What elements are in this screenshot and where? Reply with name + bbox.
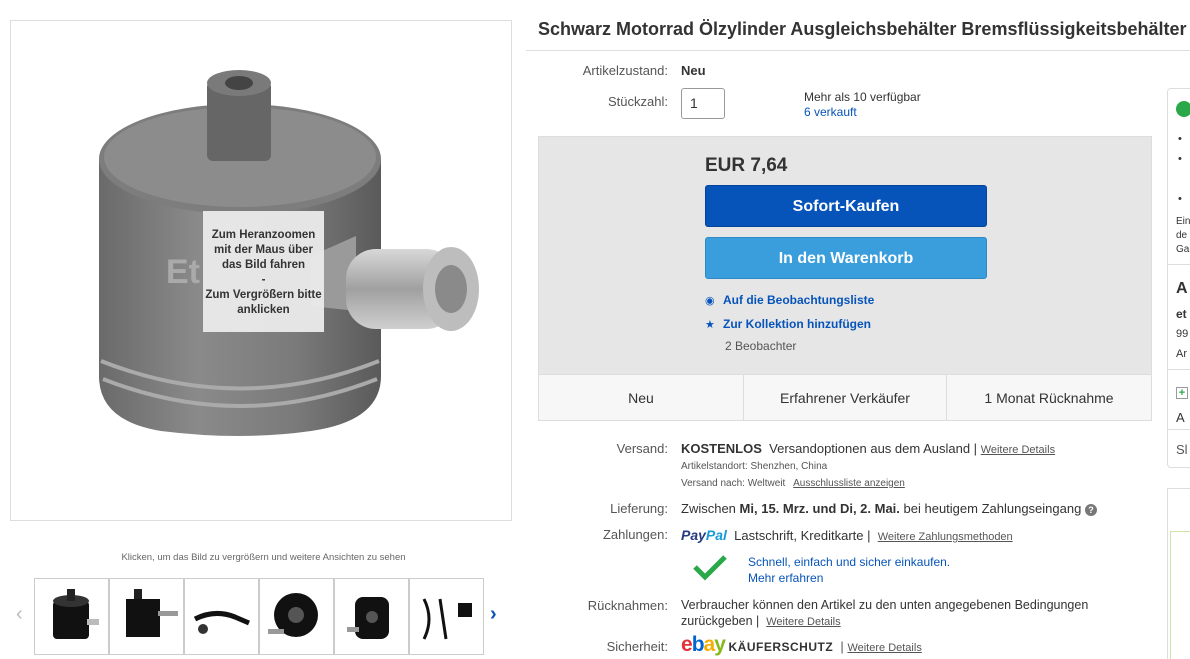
side-text: 99 [1176, 328, 1189, 340]
side-ad-panel [1167, 488, 1190, 659]
paypal-promo: Schnell, einfach und sicher einkaufen. [748, 555, 951, 569]
thumbnail[interactable] [109, 578, 184, 655]
shipping-text: Versandoptionen aus dem Ausland | [769, 441, 978, 456]
buy-now-button[interactable]: Sofort-Kaufen [705, 185, 987, 227]
zoom-hint-overlay: Zum Heranzoomen mit der Maus über das Bi… [203, 211, 324, 332]
seller-info-panel: • • • Ein de Ga A et 99 Ar + A Sl [1167, 88, 1190, 468]
help-icon[interactable]: ? [1084, 504, 1097, 516]
add-to-cart-button[interactable]: In den Warenkorb [705, 237, 987, 279]
divider [526, 50, 1190, 51]
shipping-label: Versand: [616, 441, 668, 456]
payments-label: Zahlungen: [602, 527, 668, 542]
shipping-line: KOSTENLOS Versandoptionen aus dem Auslan… [681, 441, 1055, 456]
ships-to: Versand nach: Weltweit Ausschlussliste a… [681, 478, 905, 489]
collection-label: Zur Kollektion hinzufügen [723, 317, 871, 331]
returns-label: Rücknahmen: [587, 598, 668, 613]
thumbnail[interactable] [334, 578, 409, 655]
badge-new: Neu [628, 390, 654, 406]
shipping-details-link[interactable]: Weitere Details [981, 444, 1055, 456]
quantity-input[interactable]: 1 [681, 88, 725, 119]
seller-badges: Neu Erfahrener Verkäufer 1 Monat Rücknah… [539, 374, 1151, 421]
plus-icon[interactable]: + [1176, 387, 1188, 399]
ships-to-text: Versand nach: Weltweit [681, 478, 786, 489]
returns-line2: zurückgeben | Weitere Details [681, 614, 841, 628]
price: EUR 7,64 [705, 155, 788, 176]
quantity-label: Stückzahl: [608, 94, 668, 109]
chevron-left-icon[interactable]: ‹ [16, 604, 23, 624]
side-link[interactable]: A [1176, 410, 1185, 425]
badge-returns: 1 Monat Rücknahme [984, 390, 1114, 406]
condition-value: Neu [681, 63, 706, 78]
returns-text-2: zurückgeben | [681, 614, 760, 628]
watcher-count: 2 Beobachter [725, 339, 797, 353]
product-title: Schwarz Motorrad Ölzylinder Ausgleichsbe… [538, 19, 1187, 39]
side-link[interactable]: Ga [1176, 244, 1189, 255]
thumbnail-strip: ‹ › [16, 578, 506, 658]
side-text: de [1176, 230, 1188, 241]
eye-icon: ◉ [705, 295, 715, 307]
watchlist-link[interactable]: ◉ Auf die Beobachtungsliste [705, 293, 874, 307]
learn-more-link[interactable]: Mehr erfahren [748, 571, 823, 585]
side-text: Ar [1176, 348, 1187, 360]
thumbnail[interactable] [409, 578, 484, 655]
delivery-label: Lieferung: [610, 501, 668, 516]
condition-label: Artikelzustand: [582, 63, 668, 78]
security-label: Sicherheit: [606, 639, 668, 654]
sold-count-link[interactable]: 6 verkauft [804, 105, 857, 119]
watermark-text: Et [166, 253, 200, 291]
buyer-protection: KÄUFERSCHUTZ [728, 640, 834, 654]
delivery-suffix: bei heutigem Zahlungseingang [903, 501, 1082, 516]
payments-line: PayPal Lastschrift, Kreditkarte | Weiter… [681, 527, 1013, 543]
payment-methods: Lastschrift, Kreditkarte | [734, 528, 871, 543]
side-heading: A [1176, 280, 1188, 297]
more-payment-methods-link[interactable]: Weitere Zahlungsmethoden [878, 531, 1013, 543]
thumbnail[interactable] [259, 578, 334, 655]
availability-text: Mehr als 10 verfügbar [804, 90, 921, 104]
side-text: Sl [1176, 442, 1188, 457]
ebay-logo: ebay [681, 633, 726, 656]
returns-details-link[interactable]: Weitere Details [766, 616, 840, 628]
watchlist-label: Auf die Beobachtungsliste [723, 293, 875, 307]
side-text: Ein [1176, 216, 1190, 227]
paypal-logo: PayPal [681, 527, 727, 543]
delivery-line: Zwischen Mi, 15. Mrz. und Di, 2. Mai. be… [681, 501, 1097, 516]
badge-experienced-seller: Erfahrener Verkäufer [780, 390, 910, 406]
add-collection-link[interactable]: ★ Zur Kollektion hinzufügen [705, 317, 871, 331]
check-icon [681, 551, 741, 584]
security-line: ebay KÄUFERSCHUTZ | Weitere Details [681, 633, 922, 656]
main-product-image[interactable]: Et Zum Heranzoomen mit der Maus über das… [10, 20, 512, 521]
delivery-prefix: Zwischen [681, 501, 736, 516]
chevron-right-icon[interactable]: › [490, 604, 497, 624]
shipping-cost: KOSTENLOS [681, 441, 762, 456]
item-location: Artikelstandort: Shenzhen, China [681, 461, 828, 472]
returns-text: Verbraucher können den Artikel zu den un… [681, 598, 1089, 612]
gallery-hint: Klicken, um das Bild zu vergrößern und w… [121, 552, 406, 563]
verified-icon [1176, 101, 1190, 117]
star-icon: ★ [705, 319, 715, 331]
buy-box: EUR 7,64 Sofort-Kaufen In den Warenkorb … [538, 136, 1152, 421]
delivery-dates: Mi, 15. Mrz. und Di, 2. Mai. [739, 501, 900, 516]
thumbnail[interactable] [184, 578, 259, 655]
thumbnail[interactable] [34, 578, 109, 655]
exclusions-link[interactable]: Ausschlussliste anzeigen [793, 478, 905, 489]
security-details-link[interactable]: Weitere Details [847, 642, 921, 654]
seller-link[interactable]: et [1176, 307, 1187, 321]
